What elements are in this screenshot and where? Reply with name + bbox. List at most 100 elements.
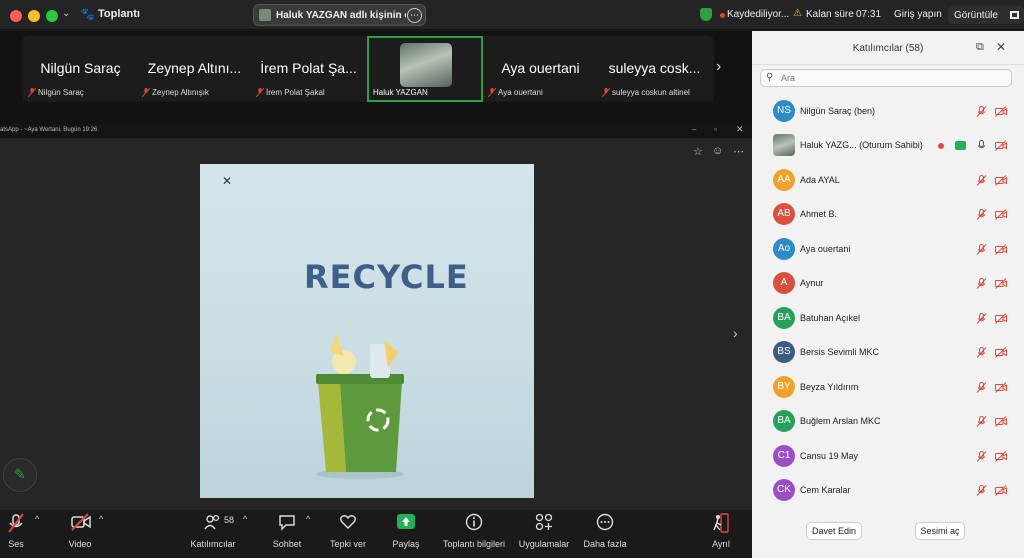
avatar: AB [773, 203, 795, 226]
leave-icon [713, 513, 729, 533]
audio-button[interactable]: Ses [0, 510, 51, 558]
muted-mic-icon [976, 174, 987, 186]
time-remaining: 07:31 [856, 9, 882, 20]
tile-label: İrem Polat Şakal [266, 88, 325, 97]
zoom-window-button[interactable] [46, 10, 58, 22]
tile-label: Aya ouertani [498, 88, 543, 97]
participant-name: Nilgün Saraç (ben) [800, 106, 876, 116]
participant-row[interactable]: Haluk YAZG... (Oturum Sahibi) [752, 129, 1024, 163]
tile-name: İrem Polat Şa... [260, 60, 357, 76]
share-screen-icon [955, 141, 966, 151]
participant-row[interactable]: A Aynur [752, 267, 1024, 301]
tile-label: Zeynep Altınışık [152, 88, 209, 97]
popout-icon[interactable]: ⧉ [976, 41, 984, 54]
grid-icon [1010, 11, 1019, 19]
mic-icon [977, 140, 986, 149]
avatar: CK [773, 478, 795, 501]
video-off-icon [995, 312, 1007, 324]
signin-link[interactable]: Giriş yapın [894, 9, 942, 20]
chevron-right-icon[interactable]: › [716, 58, 721, 76]
muted-mic-icon [976, 312, 987, 324]
pencil-icon: ✎ [14, 466, 26, 482]
tile-label: Haluk YAZGAN [373, 88, 428, 97]
avatar: BA [773, 306, 795, 329]
video-tile-irem[interactable]: İrem Polat Şa... İrem Polat Şakal [252, 36, 365, 102]
participant-row[interactable]: BY Beyza Yıldırım [752, 371, 1024, 405]
chat-options-caret[interactable]: ^ [306, 514, 310, 524]
view-label: Görüntüle [954, 10, 998, 21]
chat-button[interactable]: Sohbet [252, 510, 322, 558]
chevron-down-icon[interactable]: ⌄ [62, 8, 70, 19]
video-off-icon [995, 278, 1007, 290]
apps-label: Uygulamalar [518, 539, 570, 549]
recording-dot-icon [720, 13, 725, 18]
participant-row[interactable]: CK Cem Karalar [752, 474, 1024, 508]
muted-mic-icon [602, 88, 610, 97]
people-icon [204, 514, 220, 530]
participant-row[interactable]: AA Ada AYAL [752, 164, 1024, 198]
participant-row[interactable]: Ao Aya ouertani [752, 233, 1024, 267]
unmute-me-button[interactable]: Sesimi aç [915, 522, 965, 540]
avatar [400, 43, 452, 87]
participant-search-input[interactable]: ⚲ Ara [760, 69, 1012, 87]
video-label: Video [68, 539, 92, 549]
minimize-window-button[interactable] [28, 10, 40, 22]
video-off-icon [995, 450, 1007, 462]
avatar: Ao [773, 237, 795, 260]
avatar: BY [773, 375, 795, 398]
shared-window-title: atsApp - ~Aya Wertani, Bugün 19:26 [0, 127, 98, 133]
muted-mic-icon [976, 243, 987, 255]
participant-row[interactable]: NS Nilgün Saraç (ben) [752, 95, 1024, 129]
tile-label: Nilgün Saraç [38, 88, 84, 97]
more-button[interactable]: Daha fazla [570, 510, 640, 558]
video-off-icon [995, 106, 1007, 117]
apps-button[interactable]: Uygulamalar [509, 510, 579, 558]
close-icon[interactable]: ✕ [996, 40, 1006, 54]
muted-mic-icon [28, 88, 36, 97]
participant-row[interactable]: BA Buğlem Arslan MKC [752, 405, 1024, 439]
participants-label: Katılımcılar [190, 539, 236, 549]
participant-row[interactable]: AB Ahmet B. [752, 198, 1024, 232]
participant-name: Cem Karalar [800, 484, 851, 495]
muted-mic-icon [488, 88, 496, 97]
meeting-info-button[interactable]: Toplantı bilgileri [439, 510, 509, 558]
view-button[interactable]: Görüntüle [948, 6, 1024, 24]
video-off-icon [995, 347, 1007, 359]
muted-mic-icon [976, 209, 987, 221]
video-tile-suleyya[interactable]: suleyya cosk... suleyya coskun altinel [598, 36, 711, 102]
video-off-icon [71, 513, 91, 531]
tile-name: Aya ouertani [501, 60, 580, 76]
muted-mic-icon [8, 513, 24, 533]
video-options-caret[interactable]: ^ [99, 514, 103, 524]
invite-button[interactable]: Davet Edin [806, 522, 862, 540]
time-label: Kalan süre [806, 9, 854, 20]
tile-name: Nilgün Saraç [40, 60, 121, 76]
avatar: C1 [773, 444, 795, 467]
muted-mic-icon [976, 484, 987, 496]
more-options-icon[interactable]: ⋯ [407, 8, 422, 23]
recycle-bin-illustration [316, 332, 404, 479]
participants-button[interactable]: 58 Katılımcılar [178, 510, 248, 558]
window-title: Toplantı [98, 8, 140, 20]
video-button[interactable]: Video [45, 510, 115, 558]
info-label: Toplantı bilgileri [442, 539, 506, 549]
video-off-icon [995, 243, 1007, 255]
chat-label: Sohbet [272, 539, 302, 549]
close-window-button[interactable] [10, 10, 22, 22]
leave-button[interactable]: Ayrıl [686, 510, 756, 558]
participant-row[interactable]: BS Bersis Sevimli MKC [752, 336, 1024, 370]
video-off-icon [995, 416, 1007, 427]
participant-row[interactable]: BA Batuhan Açıkel [752, 302, 1024, 336]
participant-row[interactable]: C1 Cansu 19 May [752, 440, 1024, 474]
annotate-button[interactable]: ✎ [3, 458, 37, 492]
video-tile-nilgun[interactable]: Nilgün Saraç Nilgün Saraç [24, 36, 137, 102]
video-tile-aya[interactable]: Aya ouertani Aya ouertani [484, 36, 597, 102]
video-tile-zeynep[interactable]: Zeynep Altını... Zeynep Altınışık [138, 36, 251, 102]
video-tile-haluk-active-speaker[interactable]: Haluk YAZGAN [367, 36, 483, 102]
participants-options-caret[interactable]: ^ [243, 514, 247, 524]
share-screen-button[interactable]: Paylaş [371, 510, 441, 558]
video-off-icon [995, 175, 1007, 186]
participant-name: Haluk YAZG... (Oturum Sahibi) [800, 140, 923, 151]
share-pill[interactable]: Haluk YAZGAN adlı kişinin ekranı ⋯ [253, 4, 426, 26]
audio-options-caret[interactable]: ^ [35, 514, 39, 524]
